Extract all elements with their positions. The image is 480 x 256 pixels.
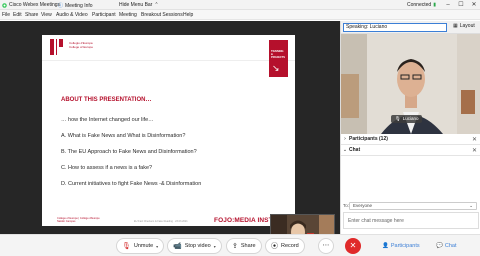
- participants-panel-header[interactable]: › Participants (12) ✕: [341, 134, 480, 145]
- menu-edit[interactable]: Edit: [13, 12, 22, 18]
- maximize-button[interactable]: ☐: [455, 0, 467, 10]
- badge-line1: TRAINING: [271, 50, 284, 53]
- right-panel: Speaking: Luciano ▦ Layout 🎙 Luciano › P…: [340, 21, 480, 234]
- record-button[interactable]: ⦿ Record: [265, 238, 305, 254]
- meeting-info-button[interactable]: ⓘ Meeting Info: [58, 2, 93, 10]
- menu-file[interactable]: File: [2, 12, 10, 18]
- title-bar: Cisco Webex Meetings ⓘ Meeting Info Hide…: [0, 0, 480, 10]
- share-icon: ⇪: [232, 243, 238, 250]
- chat-panel-header[interactable]: ⌄ Chat ✕: [341, 145, 480, 156]
- connection-status[interactable]: Connected ▮: [407, 2, 436, 8]
- layout-button[interactable]: ▦ Layout: [453, 23, 475, 29]
- record-icon: ⦿: [271, 243, 278, 250]
- menu-view[interactable]: View: [41, 12, 52, 18]
- speaker-name-tag: 🎙 Luciano: [391, 115, 423, 123]
- hide-menu-bar-button[interactable]: Hide Menu Bar ⌃: [119, 2, 159, 8]
- webex-logo-icon: [2, 2, 7, 8]
- slide-header: Collegio d'Europa College of Europe: [42, 35, 295, 61]
- chevron-right-icon: ›: [344, 136, 346, 142]
- chat-recipient-select[interactable]: Everyone ⌄: [349, 202, 477, 210]
- arrow-down-right-icon: ↘: [272, 63, 280, 73]
- slide-item-d: D. Current initiatives to fight Fake New…: [61, 181, 202, 187]
- menu-breakout-sessions[interactable]: Breakout Sessions: [141, 12, 183, 18]
- chat-recipient-row: To: Everyone ⌄: [341, 201, 480, 211]
- chevron-down-icon: ▾: [156, 243, 159, 249]
- muted-microphone-icon: 🎙: [122, 243, 131, 250]
- minimize-button[interactable]: –: [442, 0, 454, 10]
- menu-participant[interactable]: Participant: [92, 12, 116, 18]
- presentation-slide: Collegio d'Europa College of Europe TRAI…: [42, 35, 295, 226]
- menu-meeting[interactable]: Meeting: [119, 12, 137, 18]
- college-of-europe-logo: [50, 39, 66, 55]
- fojo-media-brand: FOJO:MEDIA INST: [214, 217, 273, 224]
- menu-audio-video[interactable]: Audio & Video: [56, 12, 88, 18]
- slide-intro: … how the Internet changed our life…: [61, 117, 154, 123]
- more-options-button[interactable]: ⋯: [318, 238, 334, 254]
- app-title: Cisco Webex Meetings: [2, 2, 60, 8]
- close-chat-icon[interactable]: ✕: [472, 147, 477, 154]
- share-button[interactable]: ⇪ Share: [226, 238, 262, 254]
- footer-left-line2: Natolin Campus: [57, 220, 76, 223]
- training-projects-badge: TRAINING & PROJECTS ↘: [269, 40, 288, 77]
- menu-share[interactable]: Share: [25, 12, 38, 18]
- unmute-button[interactable]: 🎙 Unmute ▾: [116, 238, 165, 254]
- chevron-down-icon: ▾: [213, 243, 216, 249]
- speaking-bar: Speaking: Luciano ▦ Layout: [341, 21, 480, 34]
- chat-toggle-button[interactable]: 💬 Chat: [436, 240, 456, 252]
- layout-grid-icon: ▦: [453, 23, 458, 29]
- close-button[interactable]: ✕: [468, 0, 480, 10]
- meeting-controls-bar: 🎙 Unmute ▾ 📹 Stop video ▾ ⇪ Share ⦿ Reco…: [0, 234, 480, 256]
- video-camera-icon: 📹: [173, 243, 182, 250]
- participants-icon: 👤: [382, 243, 389, 249]
- chevron-down-icon: ⌄: [342, 147, 348, 153]
- slide-title: ABOUT THIS PRESENTATION…: [61, 97, 152, 103]
- menu-bar: File Edit Share View Audio & Video Parti…: [0, 10, 480, 20]
- chat-bubble-icon: 💬: [436, 243, 443, 249]
- menu-help[interactable]: Help: [183, 12, 193, 18]
- active-speaker-indicator: Speaking: Luciano: [343, 23, 447, 32]
- logo-text-line2: College of Europe: [69, 45, 94, 49]
- close-participants-icon[interactable]: ✕: [472, 136, 477, 143]
- slide-item-b: B. The EU Approach to Fake News and Disi…: [61, 149, 197, 155]
- slide-item-a: A. What is Fake News and What is Disinfo…: [61, 133, 186, 139]
- badge-line2: & PROJECTS: [271, 53, 285, 59]
- participants-toggle-button[interactable]: 👤 Participants: [382, 240, 420, 252]
- signal-icon: ▮: [433, 2, 436, 8]
- chat-message-input[interactable]: Enter chat message here: [343, 212, 479, 229]
- chevron-down-icon: ⌄: [469, 203, 473, 208]
- active-speaker-video[interactable]: 🎙 Luciano: [341, 34, 480, 134]
- microphone-icon: 🎙: [395, 116, 401, 121]
- slide-item-c: C. How to assess if a news is a fake?: [61, 165, 153, 171]
- shared-content-stage: Collegio d'Europa College of Europe TRAI…: [0, 21, 340, 252]
- info-icon: ⓘ: [58, 3, 64, 9]
- slide-footer: College of Europe | Collège d'Europe Nat…: [42, 217, 295, 226]
- footer-caption: EU Fact Checkers & Fake Reading · 23.03.…: [134, 220, 188, 223]
- stop-video-button[interactable]: 📹 Stop video ▾: [167, 238, 222, 254]
- chevron-up-icon: ⌃: [154, 2, 159, 8]
- end-meeting-button[interactable]: ✕: [345, 238, 361, 254]
